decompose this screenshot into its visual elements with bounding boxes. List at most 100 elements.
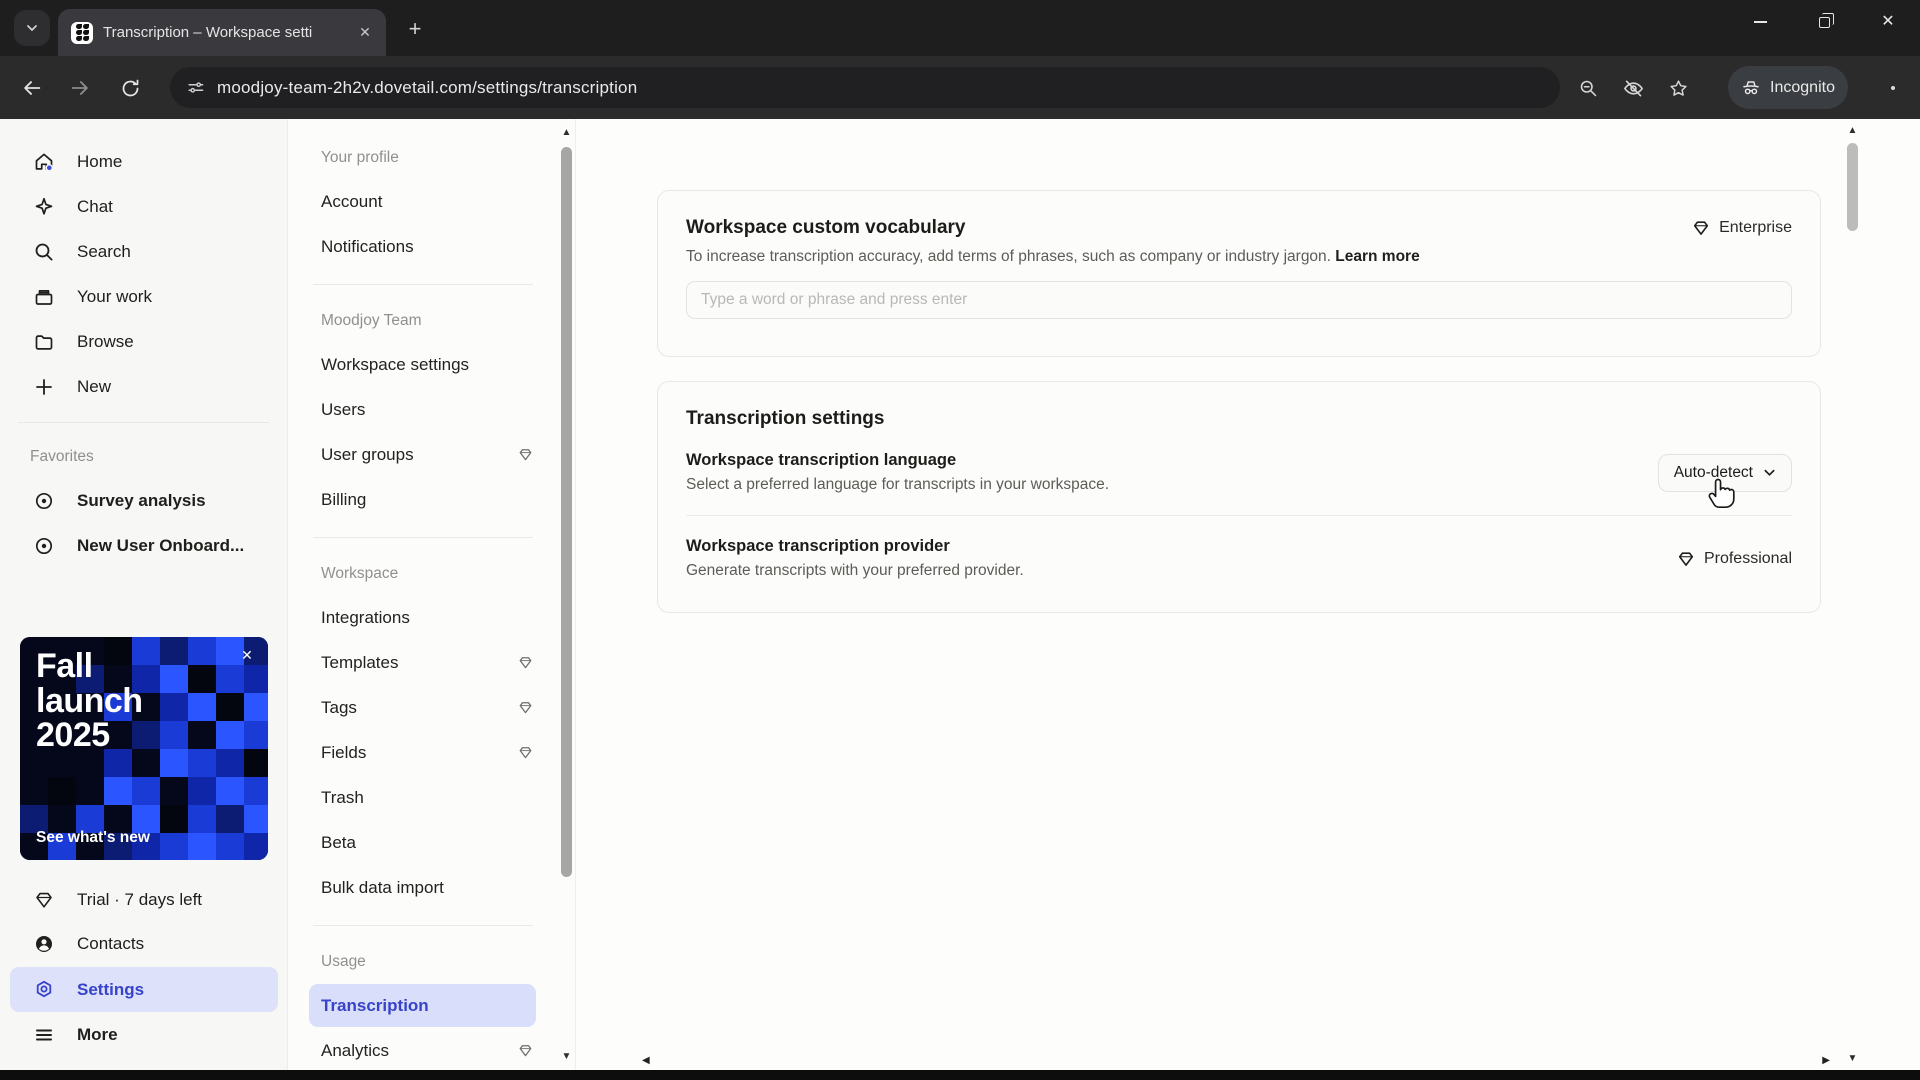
bookmark-button[interactable] bbox=[1662, 72, 1694, 104]
browser-tab[interactable]: Transcription – Workspace setti ✕ bbox=[58, 9, 386, 56]
sidebar-item-home[interactable]: Home bbox=[0, 139, 287, 184]
custom-vocabulary-card: Workspace custom vocabulary Enterprise T… bbox=[657, 190, 1821, 357]
browser-menu-button[interactable] bbox=[1878, 72, 1908, 104]
sidebar-item-more[interactable]: More bbox=[0, 1013, 288, 1057]
scroll-right-icon[interactable]: ▶ bbox=[1822, 1055, 1830, 1066]
learn-more-link[interactable]: Learn more bbox=[1335, 248, 1419, 265]
sidebar-item-label: Search bbox=[77, 241, 131, 261]
sparkle-icon bbox=[33, 196, 55, 218]
tab-close-icon[interactable]: ✕ bbox=[354, 22, 376, 44]
browser-window: Transcription – Workspace setti ✕ + ✕ mo… bbox=[0, 0, 1920, 1080]
settings-nav-item-billing[interactable]: Billing bbox=[289, 477, 557, 522]
settings-nav-item-account[interactable]: Account bbox=[289, 179, 557, 224]
settings-nav: Your profile Account Notifications Moodj… bbox=[289, 119, 557, 1070]
reload-icon bbox=[122, 79, 138, 96]
new-tab-button[interactable]: + bbox=[400, 14, 430, 44]
sidebar-item-label: Contacts bbox=[77, 934, 145, 953]
divider bbox=[313, 537, 533, 538]
fall-launch-promo-card[interactable]: Fall launch 2025 See what's new ✕ bbox=[20, 637, 268, 860]
enterprise-plan-badge: Enterprise bbox=[1692, 219, 1792, 237]
tab-title: Transcription – Workspace setti bbox=[103, 24, 313, 41]
window-minimize-button[interactable] bbox=[1728, 0, 1792, 44]
forward-button[interactable] bbox=[62, 70, 98, 106]
scrollbar-thumb[interactable] bbox=[561, 147, 572, 877]
settings-nav-item-bulk-data-import[interactable]: Bulk data import bbox=[289, 865, 557, 910]
scroll-left-icon[interactable]: ◀ bbox=[642, 1055, 650, 1066]
scroll-down-icon[interactable]: ▼ bbox=[1843, 1053, 1862, 1064]
scroll-down-icon[interactable]: ▼ bbox=[557, 1051, 576, 1062]
promo-cta-link[interactable]: See what's new bbox=[36, 829, 150, 847]
settings-nav-item-transcription-selected[interactable]: Transcription bbox=[289, 983, 557, 1028]
site-info-icon bbox=[188, 82, 204, 93]
settings-nav-item-trash[interactable]: Trash bbox=[289, 775, 557, 820]
favorite-item-survey-analysis[interactable]: Survey analysis bbox=[0, 478, 287, 523]
reload-button[interactable] bbox=[112, 70, 148, 106]
project-icon bbox=[33, 490, 55, 512]
sidebar-item-contacts[interactable]: Contacts bbox=[0, 922, 288, 966]
sidebar-item-label: More bbox=[77, 1025, 118, 1044]
vocabulary-input[interactable] bbox=[686, 281, 1792, 319]
favorite-item-label: New User Onboard... bbox=[77, 535, 245, 555]
transcription-provider-row: Workspace transcription provider Generat… bbox=[686, 515, 1792, 601]
promo-close-icon[interactable]: ✕ bbox=[237, 645, 257, 665]
sidebar-item-label: Browse bbox=[77, 331, 134, 351]
incognito-icon bbox=[1743, 80, 1759, 94]
favorite-item-new-user-onboarding[interactable]: New User Onboard... bbox=[0, 523, 287, 568]
settings-nav-item-templates[interactable]: Templates bbox=[289, 640, 557, 685]
settings-nav-item-workspace-settings[interactable]: Workspace settings bbox=[289, 342, 557, 387]
card-title: Workspace custom vocabulary bbox=[686, 217, 966, 238]
zoom-button[interactable] bbox=[1572, 72, 1604, 104]
gem-icon bbox=[1693, 221, 1709, 235]
search-icon bbox=[33, 241, 55, 263]
sidebar-item-chat[interactable]: Chat bbox=[0, 184, 287, 229]
settings-nav-item-beta[interactable]: Beta bbox=[289, 820, 557, 865]
incognito-label: Incognito bbox=[1770, 78, 1835, 96]
url-bar[interactable]: moodjoy-team-2h2v.dovetail.com/settings/… bbox=[170, 67, 1560, 108]
row-title: Workspace transcription provider bbox=[686, 537, 950, 555]
url-text: moodjoy-team-2h2v.dovetail.com/settings/… bbox=[217, 77, 638, 97]
sidebar-item-label: Home bbox=[77, 151, 123, 171]
tab-search-button[interactable] bbox=[14, 10, 50, 46]
home-icon bbox=[33, 151, 55, 173]
settings-nav-item-fields[interactable]: Fields bbox=[289, 730, 557, 775]
sidebar-item-label: Trial · 7 days left bbox=[77, 890, 203, 909]
scroll-up-icon[interactable]: ▲ bbox=[1843, 125, 1862, 136]
sidebar-item-browse[interactable]: Browse bbox=[0, 319, 287, 364]
window-restore-button[interactable] bbox=[1792, 0, 1856, 44]
row-description: Generate transcripts with your preferred… bbox=[686, 562, 1024, 579]
row-description: Select a preferred language for transcri… bbox=[686, 476, 1110, 493]
plan-gem-icon bbox=[518, 655, 533, 670]
restore-icon bbox=[1818, 13, 1834, 28]
close-icon: ✕ bbox=[1881, 13, 1895, 30]
sidebar-item-search[interactable]: Search bbox=[0, 229, 287, 274]
sidebar-item-new[interactable]: New bbox=[0, 364, 287, 409]
divider bbox=[313, 284, 533, 285]
project-icon bbox=[33, 535, 55, 557]
scrollbar-thumb[interactable] bbox=[1847, 143, 1858, 231]
sidebar-item-your-work[interactable]: Your work bbox=[0, 274, 287, 319]
sidebar-item-label: Settings bbox=[77, 979, 145, 999]
window-bottom-edge bbox=[0, 1070, 1920, 1080]
sidebar-item-trial[interactable]: Trial · 7 days left bbox=[0, 878, 288, 922]
window-close-button[interactable]: ✕ bbox=[1856, 0, 1920, 44]
favorite-item-label: Survey analysis bbox=[77, 490, 206, 510]
scroll-up-icon[interactable]: ▲ bbox=[557, 127, 576, 138]
language-select-button[interactable]: Auto-detect bbox=[1657, 453, 1792, 492]
incognito-badge[interactable]: Incognito bbox=[1728, 66, 1848, 109]
settings-nav-item-analytics[interactable]: Analytics bbox=[289, 1028, 557, 1070]
plus-icon bbox=[33, 376, 55, 398]
preview-hidden-button[interactable] bbox=[1617, 72, 1649, 104]
page-vertical-scrollbar[interactable]: ▲ ▼ bbox=[1843, 119, 1862, 1070]
settings-nav-item-tags[interactable]: Tags bbox=[289, 685, 557, 730]
settings-nav-item-users[interactable]: Users bbox=[289, 387, 557, 432]
settings-nav-scrollbar[interactable]: ▲ ▼ bbox=[557, 119, 576, 1070]
language-select-value: Auto-detect bbox=[1673, 463, 1753, 481]
transcription-language-row: Workspace transcription language Select … bbox=[686, 430, 1792, 515]
settings-nav-item-integrations[interactable]: Integrations bbox=[289, 595, 557, 640]
settings-nav-item-user-groups[interactable]: User groups bbox=[289, 432, 557, 477]
back-button[interactable] bbox=[14, 70, 50, 106]
sidebar-item-settings-selected[interactable]: Settings bbox=[10, 967, 278, 1012]
page-horizontal-scrollbar[interactable]: ◀ ▶ bbox=[640, 1055, 1832, 1070]
settings-nav-item-notifications[interactable]: Notifications bbox=[289, 224, 557, 269]
page-content: Home Chat Search Your work Browse New Fa… bbox=[0, 119, 1920, 1070]
